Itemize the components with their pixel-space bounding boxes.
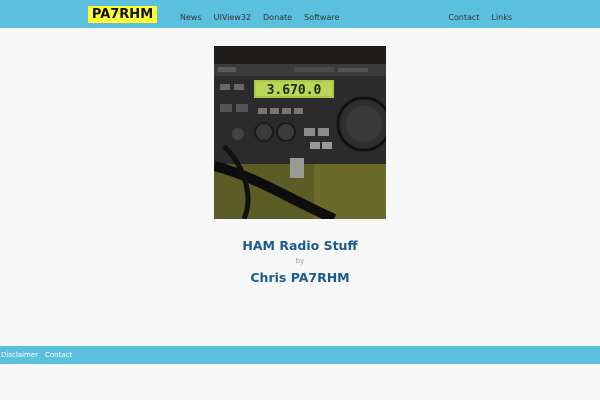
page-bottom-space (0, 364, 600, 400)
footer-link-contact[interactable]: Contact (45, 351, 72, 359)
nav-menu-right: Contact Links (436, 0, 512, 28)
nav-link-contact[interactable]: Contact (448, 13, 479, 22)
nav-link-uiview32[interactable]: UIView32 (214, 13, 251, 22)
brand-logo-link[interactable]: PA7RHM (88, 6, 157, 23)
radio-transceiver-photo: 3.670.0 (214, 46, 386, 219)
page-title: HAM Radio Stuff (242, 238, 358, 253)
footer-bar: Disclaimer Contact (0, 346, 600, 364)
nav-link-donate[interactable]: Donate (263, 13, 292, 22)
byline-label: by (295, 257, 305, 265)
radio-photo-illustration: 3.670.0 (214, 46, 386, 219)
nav-link-links[interactable]: Links (491, 13, 512, 22)
footer-link-disclaimer[interactable]: Disclaimer (1, 351, 38, 359)
nav-link-software[interactable]: Software (304, 13, 339, 22)
top-navbar: PA7RHM News UIView32 Donate Software Con… (0, 0, 600, 28)
nav-menu-left: News UIView32 Donate Software (180, 0, 351, 28)
author-name: Chris PA7RHM (250, 270, 350, 285)
radio-display-readout: 3.670.0 (267, 83, 322, 98)
nav-link-news[interactable]: News (180, 13, 202, 22)
